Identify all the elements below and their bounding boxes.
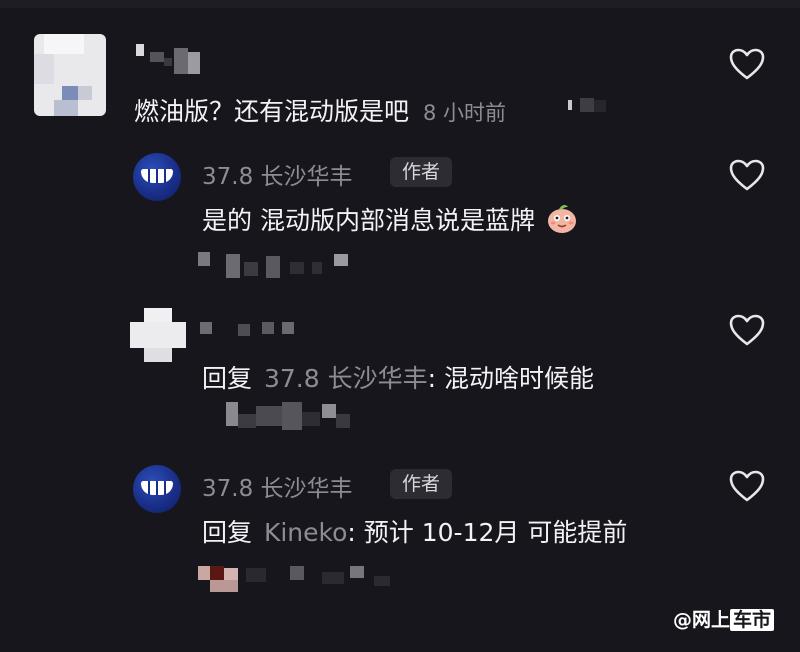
avatar[interactable] [130, 308, 186, 362]
logo-teeth-icon [141, 169, 173, 183]
reply-target-link[interactable]: Kineko [264, 518, 347, 547]
watermark-boxed-text: 车市 [729, 609, 774, 631]
username[interactable]: 37.8 长沙华丰 [202, 157, 353, 191]
logo-teeth-icon [141, 481, 173, 495]
author-avatar[interactable] [133, 465, 181, 513]
top-divider [0, 0, 800, 8]
reply-prefix: 回复 [202, 518, 253, 547]
avatar[interactable] [34, 34, 106, 116]
like-heart-icon[interactable] [729, 159, 765, 191]
comment-body: : 混动啥时候能 [427, 364, 594, 393]
comment-text: 燃油版？还有混动版是吧 8 小时前 [134, 92, 506, 128]
comment-body: : 预计 10-12月 可能提前 [347, 518, 628, 547]
like-heart-icon[interactable] [729, 470, 765, 502]
author-badge: 作者 [390, 157, 453, 187]
peach-face-emoji-icon [547, 204, 576, 233]
username[interactable]: 37.8 长沙华丰 [202, 469, 353, 503]
comment-text: 回复 Kineko: 预计 10-12月 可能提前 [202, 513, 627, 549]
comment-body: 是的 混动版内部消息说是蓝牌 [202, 206, 535, 235]
reply-target-link[interactable]: 37.8 长沙华丰 [264, 364, 428, 393]
comment-body: 燃油版？还有混动版是吧 [134, 97, 410, 126]
like-heart-icon[interactable] [729, 314, 765, 346]
author-avatar[interactable] [133, 153, 181, 201]
like-heart-icon[interactable] [729, 48, 765, 80]
watermark-text: 网上 [691, 609, 730, 631]
comment-text: 是的 混动版内部消息说是蓝牌 [202, 201, 579, 237]
comment-text: 回复 37.8 长沙华丰: 混动啥时候能 [202, 359, 594, 395]
comment-time: 8 小时前 [422, 101, 507, 125]
watermark: @网上 车市 [673, 605, 774, 632]
author-badge: 作者 [390, 469, 453, 499]
reply-prefix: 回复 [202, 364, 253, 393]
watermark-at: @ [672, 609, 692, 631]
